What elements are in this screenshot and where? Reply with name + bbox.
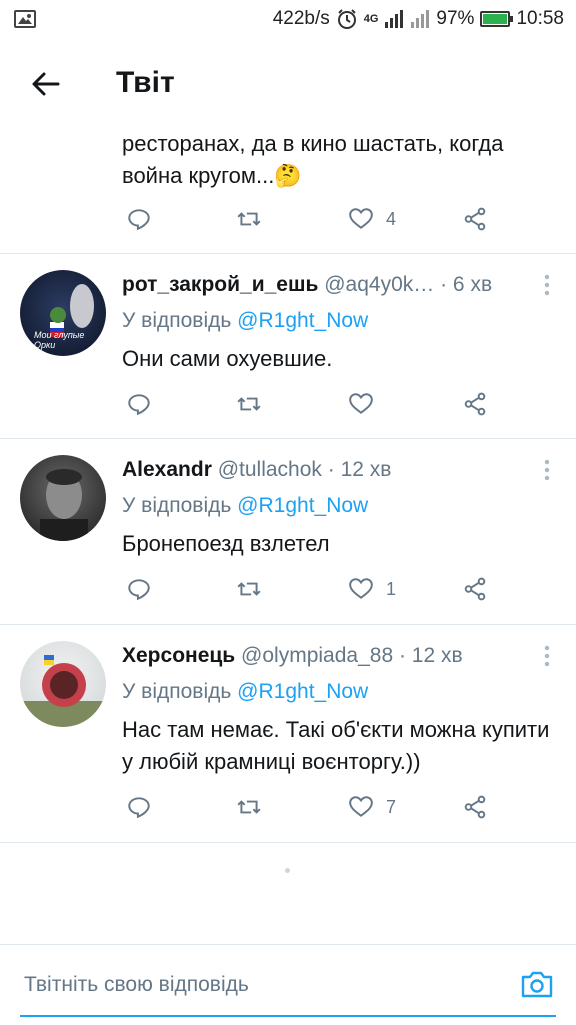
camera-icon[interactable]	[520, 967, 554, 1001]
app-header: Твіт	[0, 40, 576, 128]
like-button[interactable]: 4	[348, 206, 396, 232]
user-handle[interactable]: @olympiada_88	[241, 644, 393, 667]
tweet-time: · 6 хв	[440, 273, 493, 296]
reply-icon	[128, 579, 150, 601]
share-button[interactable]	[462, 794, 488, 820]
tweet-item[interactable]: Мои глупые Орки рот_закрой_и_ешь @aq4y0k…	[0, 253, 576, 439]
more-options-icon[interactable]	[544, 459, 550, 481]
loading-indicator	[285, 868, 290, 873]
tweet-text: Нас там немає. Такі об'єкти можна купити…	[122, 717, 550, 774]
avatar[interactable]: Мои глупые Орки	[20, 270, 106, 356]
tweet-text: Бронепоезд взлетел	[122, 531, 330, 556]
back-arrow-icon[interactable]	[30, 68, 62, 100]
like-button[interactable]: 1	[348, 576, 396, 602]
tweet-header: рот_закрой_и_ешь @aq4y0k… · 6 хв	[122, 273, 492, 297]
share-button[interactable]	[462, 391, 488, 417]
share-icon	[464, 795, 486, 819]
share-icon	[464, 577, 486, 601]
reply-button[interactable]	[126, 576, 152, 602]
share-button[interactable]	[462, 576, 488, 602]
reply-prefix: У відповідь	[122, 309, 232, 332]
status-bar: 422b/s 4G 97% 10:58	[0, 0, 576, 40]
heart-icon	[349, 393, 373, 414]
tweet-item[interactable]: Alexandr @tullachok · 12 хв У відповідь …	[0, 438, 576, 625]
reply-icon	[128, 209, 150, 231]
user-name[interactable]: Херсонець	[122, 644, 235, 667]
retweet-button[interactable]	[236, 206, 262, 232]
like-button[interactable]: 7	[348, 794, 396, 820]
clock: 10:58	[516, 8, 564, 29]
retweet-button[interactable]	[236, 391, 262, 417]
reply-icon	[128, 394, 150, 416]
reply-context: У відповідь @R1ght_Now	[122, 680, 368, 704]
reply-to-link[interactable]: @R1ght_Now	[237, 494, 368, 517]
tweet-header: Херсонець @olympiada_88 · 12 хв	[122, 644, 463, 668]
retweet-icon	[237, 582, 261, 596]
like-count: 1	[386, 578, 397, 599]
avatar[interactable]	[20, 641, 106, 727]
tweet-text: Они сами охуевшие.	[122, 346, 333, 371]
like-button[interactable]	[348, 391, 386, 417]
like-count: 7	[386, 796, 397, 817]
retweet-icon	[237, 800, 261, 814]
tweet-time: · 12 хв	[398, 644, 463, 667]
tweet-actions: 7	[122, 794, 502, 824]
reply-prefix: У відповідь	[122, 494, 232, 517]
reply-context: У відповідь @R1ght_Now	[122, 494, 368, 518]
tweet-header: Alexandr @tullachok · 12 хв	[122, 458, 391, 482]
battery-icon	[480, 11, 514, 27]
user-handle[interactable]: @aq4y0k…	[324, 273, 434, 296]
avatar-caption: Мои глупые Орки	[34, 330, 85, 350]
reply-context: У відповідь @R1ght_Now	[122, 309, 368, 333]
retweet-icon	[237, 397, 261, 411]
retweet-button[interactable]	[236, 576, 262, 602]
retweet-icon	[237, 212, 261, 226]
user-name[interactable]: Alexandr	[122, 458, 212, 481]
retweet-button[interactable]	[236, 794, 262, 820]
reply-input[interactable]: Твітніть свою відповідь	[24, 973, 249, 997]
like-count: 4	[386, 208, 397, 229]
tweet-text: ресторанах, да в кино шастать, когда вой…	[122, 131, 504, 188]
input-underline	[20, 1015, 556, 1017]
heart-icon	[349, 578, 373, 599]
tweet-actions: 4	[122, 206, 502, 236]
reply-prefix: У відповідь	[122, 680, 232, 703]
tweet-actions	[122, 391, 502, 421]
battery-percent: 97%	[436, 8, 475, 29]
signal-2-icon	[411, 10, 430, 28]
user-handle[interactable]: @tullachok	[218, 458, 322, 481]
reply-to-link[interactable]: @R1ght_Now	[237, 309, 368, 332]
network-type: 4G	[363, 13, 379, 25]
tweet-actions: 1	[122, 576, 502, 606]
reply-button[interactable]	[126, 206, 152, 232]
heart-icon	[349, 208, 373, 229]
reply-icon	[128, 797, 150, 819]
reply-button[interactable]	[126, 794, 152, 820]
image-notification-icon	[14, 10, 36, 28]
share-button[interactable]	[462, 206, 488, 232]
reply-button[interactable]	[126, 391, 152, 417]
share-icon	[464, 207, 486, 231]
avatar[interactable]	[20, 455, 106, 541]
page-title: Твіт	[116, 66, 175, 99]
heart-icon	[349, 796, 373, 817]
reply-composer[interactable]: Твітніть свою відповідь	[0, 944, 576, 1025]
previous-tweet[interactable]: ресторанах, да в кино шастать, когда вой…	[0, 128, 576, 254]
reply-to-link[interactable]: @R1ght_Now	[237, 680, 368, 703]
alarm-icon	[337, 9, 356, 29]
user-name[interactable]: рот_закрой_и_ешь	[122, 273, 318, 296]
tweet-item[interactable]: Херсонець @olympiada_88 · 12 хв У відпов…	[0, 624, 576, 843]
more-options-icon[interactable]	[544, 274, 550, 296]
signal-icon	[385, 10, 404, 28]
network-speed: 422b/s	[272, 8, 330, 29]
more-options-icon[interactable]	[544, 645, 550, 667]
tweet-time: · 12 хв	[327, 458, 392, 481]
share-icon	[464, 392, 486, 416]
